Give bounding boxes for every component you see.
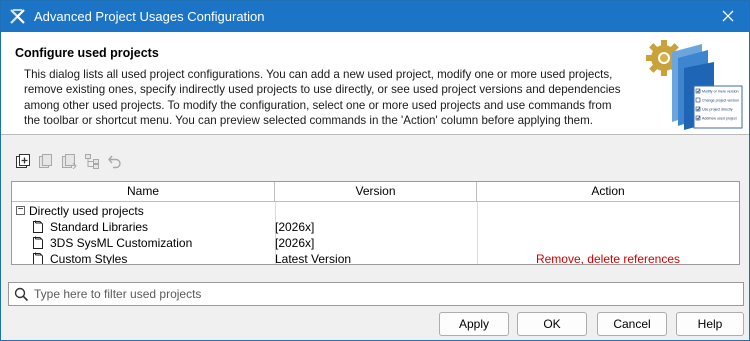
- hierarchy-icon[interactable]: [84, 153, 102, 171]
- add-project-icon[interactable]: [15, 153, 33, 171]
- project-action: [477, 219, 739, 235]
- column-header-name[interactable]: Name: [12, 182, 275, 201]
- group-row-directly-used[interactable]: − Directly used projects: [12, 203, 739, 219]
- table-row[interactable]: Standard Libraries [2026x]: [12, 219, 739, 235]
- filter-input[interactable]: [34, 286, 734, 302]
- used-projects-table[interactable]: Name Version Action − Directly used proj…: [11, 181, 740, 265]
- close-icon: [722, 10, 734, 22]
- header-description: This dialog lists all used project confi…: [24, 68, 621, 128]
- project-file-icon: [32, 236, 44, 252]
- header-title: Configure used projects: [15, 46, 159, 60]
- group-label: Directly used projects: [29, 204, 144, 218]
- dialog-window: Advanced Project Usages Configuration Co…: [0, 0, 750, 341]
- column-header-action[interactable]: Action: [477, 182, 739, 201]
- dialog-header: Configure used projects This dialog list…: [1, 32, 749, 135]
- project-action: Remove, delete references: [535, 252, 681, 265]
- undo-icon[interactable]: [107, 153, 125, 171]
- project-version: Latest Version: [275, 252, 352, 265]
- paste-icon[interactable]: [61, 153, 79, 171]
- table-row[interactable]: Custom Styles Latest Version Remove, del…: [12, 251, 739, 265]
- project-version: [2026x]: [275, 220, 315, 234]
- filter-box[interactable]: [8, 282, 744, 306]
- collapse-toggle[interactable]: −: [16, 205, 25, 215]
- window-title: Advanced Project Usages Configuration: [34, 9, 265, 24]
- apply-button[interactable]: Apply: [439, 312, 509, 336]
- project-usages-graphic: Modify or mere version Change project ve…: [644, 38, 744, 132]
- project-name: 3DS SysML Customization: [50, 236, 193, 250]
- column-header-version[interactable]: Version: [275, 182, 477, 201]
- project-file-icon: [32, 220, 44, 236]
- project-name: Standard Libraries: [50, 220, 149, 234]
- table-header: Name Version Action: [12, 182, 739, 202]
- project-file-icon: [32, 252, 44, 264]
- graphic-check-3: Use project directly: [702, 108, 733, 112]
- help-button[interactable]: Help: [676, 312, 744, 336]
- table-row[interactable]: 3DS SysML Customization [2026x]: [12, 235, 739, 251]
- ok-button[interactable]: OK: [517, 312, 587, 336]
- close-button[interactable]: [707, 1, 749, 32]
- graphic-check-4: Add/new used project: [702, 117, 737, 121]
- title-bar[interactable]: Advanced Project Usages Configuration: [1, 1, 749, 32]
- graphic-check-2: Change project version: [702, 99, 739, 103]
- project-action: [477, 235, 739, 251]
- search-icon: [14, 287, 29, 305]
- project-name: Custom Styles: [50, 252, 128, 265]
- app-logo-icon: [9, 8, 26, 25]
- graphic-check-1: Modify or mere version: [702, 90, 739, 94]
- project-version: [2026x]: [275, 236, 315, 250]
- cancel-button[interactable]: Cancel: [597, 312, 667, 336]
- copy-icon[interactable]: [38, 153, 56, 171]
